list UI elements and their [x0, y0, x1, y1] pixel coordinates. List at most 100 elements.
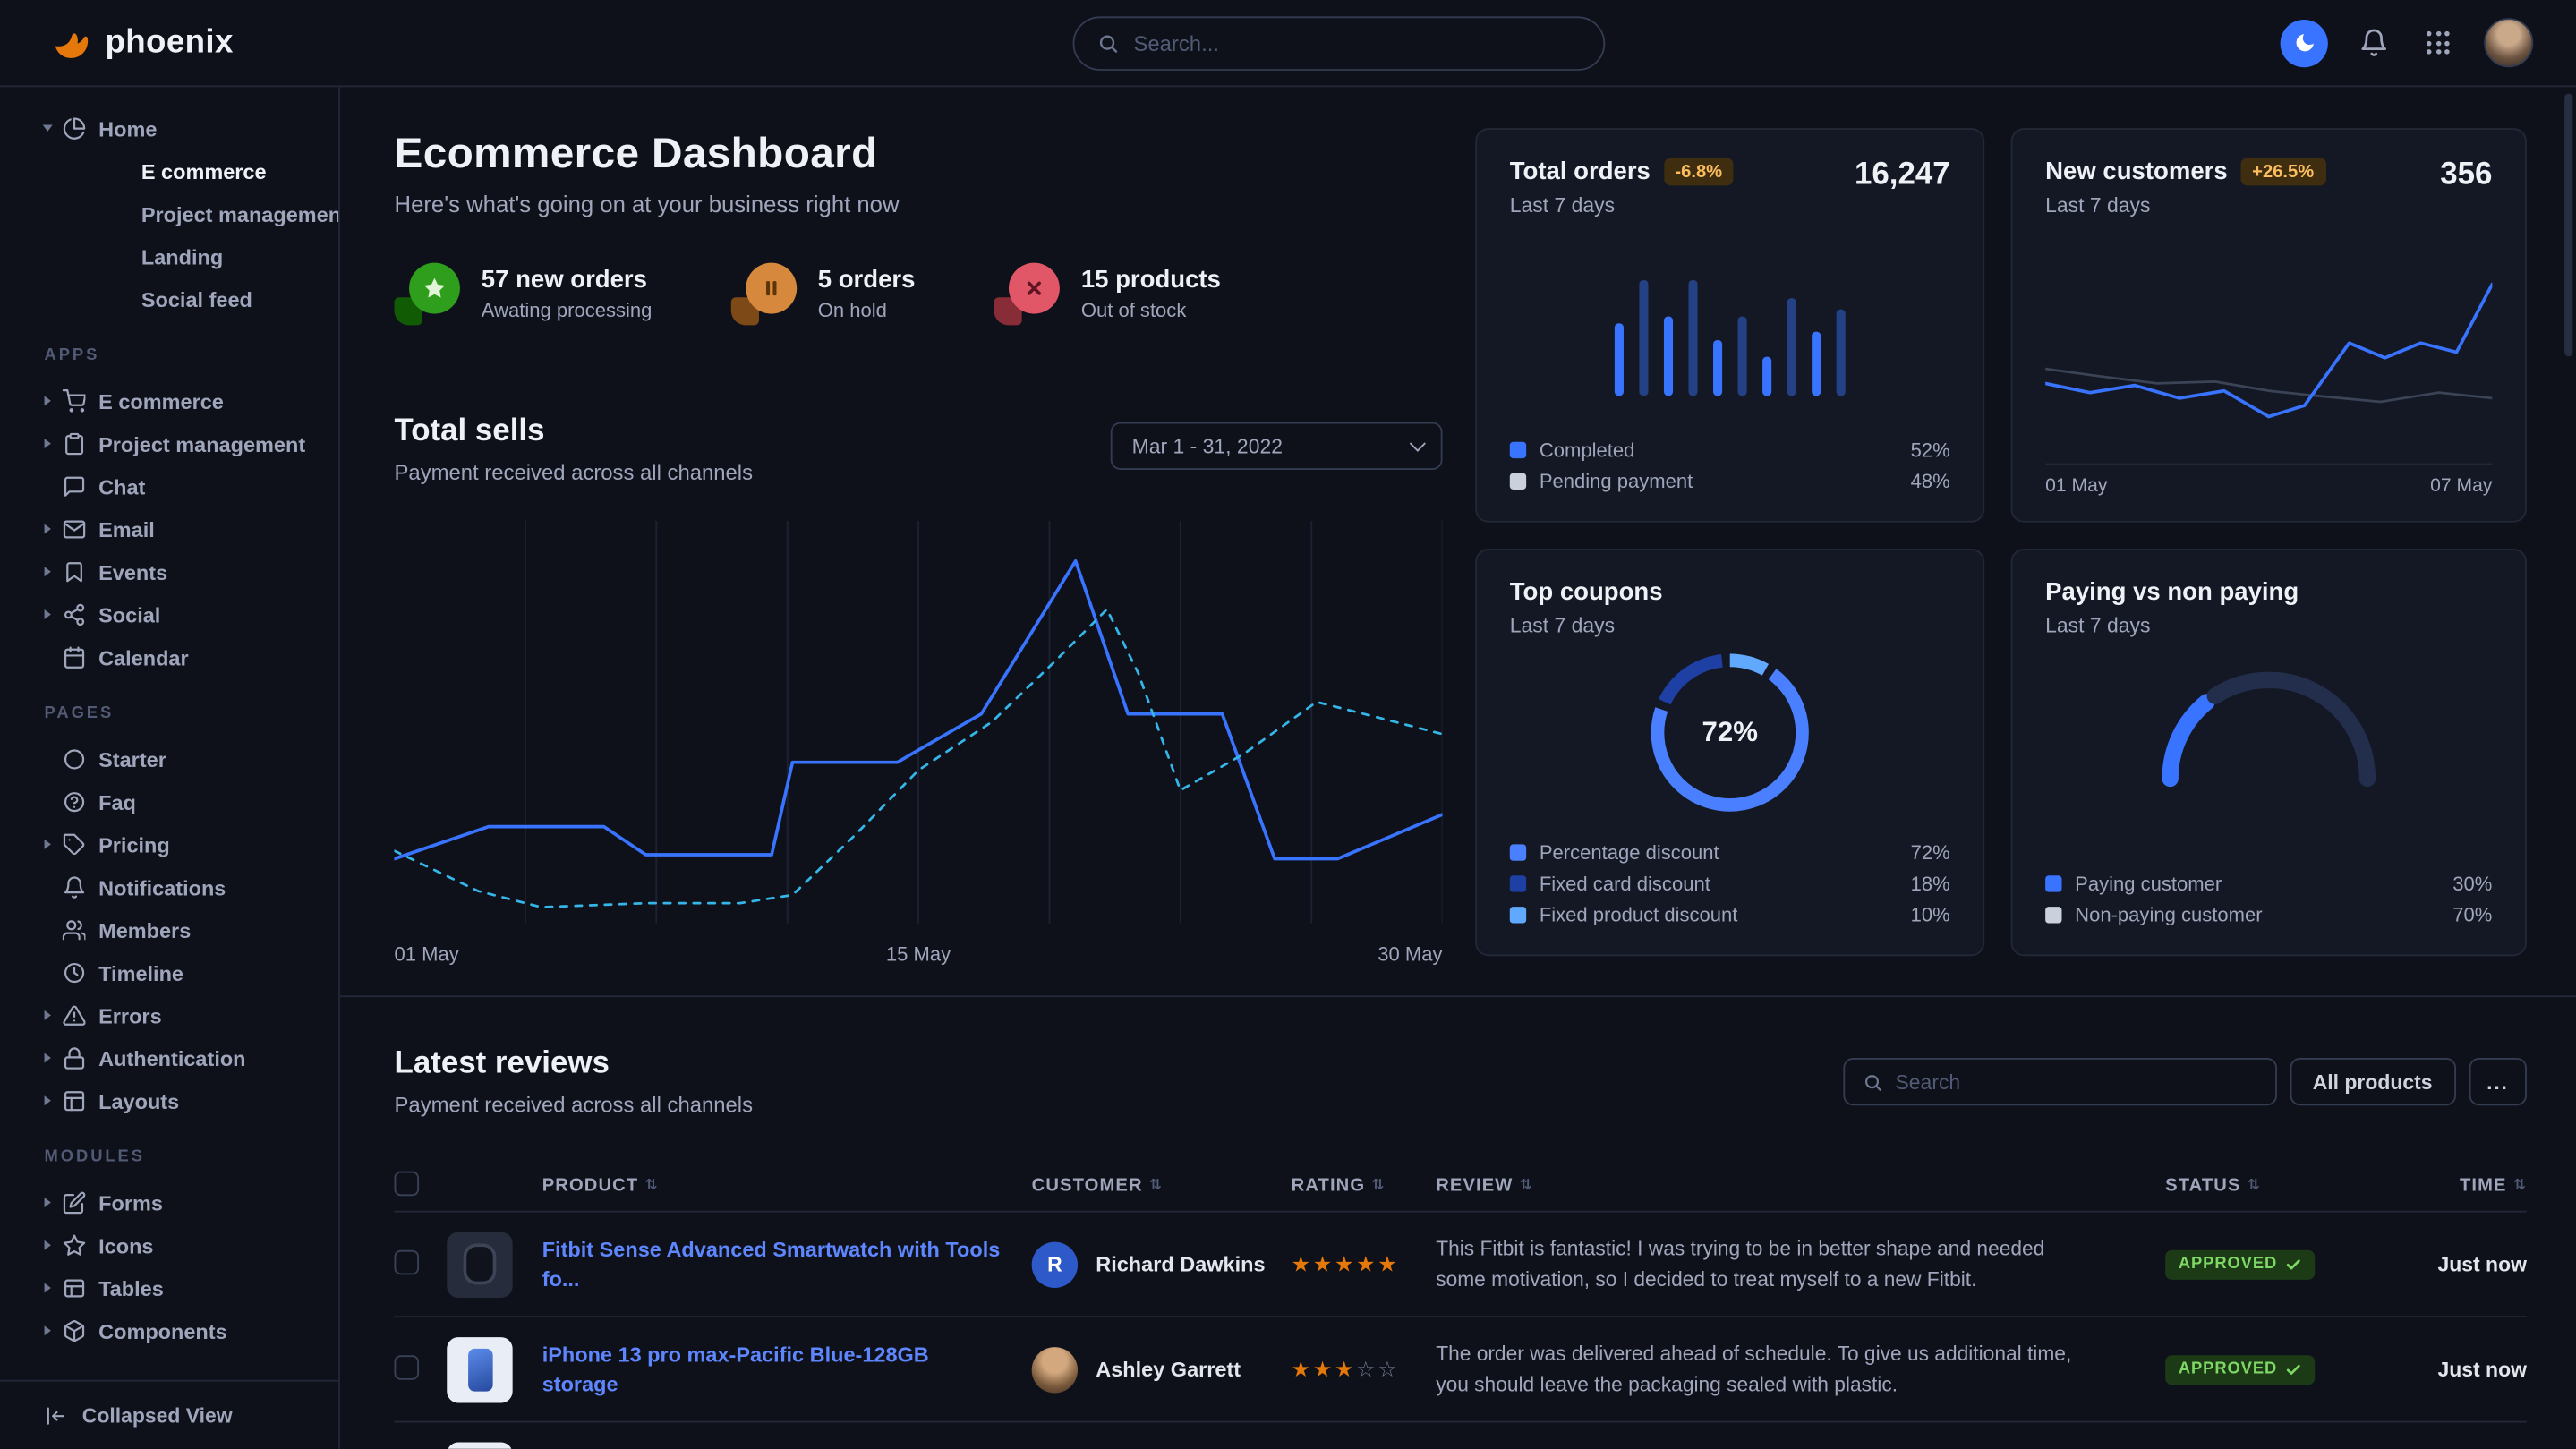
x-label: 01 May	[395, 943, 459, 967]
rating-stars: ★★★★★	[1292, 1251, 1437, 1277]
user-avatar[interactable]	[2484, 18, 2533, 67]
sidebar-item-members[interactable]: Members	[23, 908, 326, 951]
search-input[interactable]	[1133, 31, 1580, 56]
sidebar-item-chat[interactable]: Chat	[23, 465, 326, 507]
sidebar-item-authentication[interactable]: Authentication	[23, 1036, 326, 1079]
star-icon: ★	[1292, 1251, 1313, 1276]
sidebar-item-project-management[interactable]: Project management	[23, 192, 326, 235]
legend-value: 10%	[1911, 903, 1950, 926]
change-badge: +26.5%	[2240, 158, 2325, 185]
change-badge: -6.8%	[1664, 158, 1734, 185]
sidebar-item-email[interactable]: Email	[23, 507, 326, 550]
row-checkbox[interactable]	[395, 1354, 420, 1379]
tag-icon	[61, 831, 87, 857]
sidebar-item-errors[interactable]: Errors	[23, 993, 326, 1036]
caret-icon	[45, 840, 51, 849]
pause-fill-icon	[746, 263, 797, 314]
column-header-product[interactable]: PRODUCT⇅	[447, 1175, 1031, 1195]
more-actions-button[interactable]: ...	[2469, 1058, 2527, 1105]
reviews-search[interactable]	[1843, 1058, 2277, 1105]
legend-swatch	[1510, 844, 1526, 860]
reviews-search-input[interactable]	[1895, 1070, 2256, 1094]
star-fill-icon	[409, 263, 460, 314]
column-header-time[interactable]: TIME⇅	[2362, 1175, 2527, 1195]
legend-item: Non-paying customer 70%	[2045, 899, 2492, 930]
paying-vs-nonpaying-card: Paying vs non paying Last 7 days Paying …	[2011, 549, 2527, 956]
sidebar-item-label: Faq	[98, 789, 136, 814]
clock-icon	[61, 959, 87, 985]
total-sells-title: Total sells	[395, 414, 754, 450]
star-icon: ★	[1356, 1251, 1378, 1276]
column-header-rating[interactable]: RATING⇅	[1292, 1175, 1437, 1195]
calendar-icon	[61, 644, 87, 670]
sidebar-item-social-feed[interactable]: Social feed	[23, 277, 326, 320]
x-label: 01 May	[2045, 476, 2107, 496]
brand-logo[interactable]: phoenix	[49, 22, 234, 64]
stat-caption: On hold	[818, 299, 916, 322]
avatar: R	[1032, 1241, 1078, 1287]
notifications-button[interactable]	[2356, 25, 2392, 61]
legend-swatch	[1510, 906, 1526, 922]
sidebar-item-label: Authentication	[98, 1045, 245, 1070]
sidebar-item-social[interactable]: Social	[23, 593, 326, 636]
apps-grid-button[interactable]	[2420, 25, 2456, 61]
sidebar-item-label: Social	[98, 602, 160, 627]
cart-icon	[61, 388, 87, 413]
sidebar-item-calendar[interactable]: Calendar	[23, 635, 326, 678]
sidebar-item-label: Notifications	[98, 874, 226, 899]
column-header-customer[interactable]: CUSTOMER⇅	[1032, 1175, 1292, 1195]
sidebar-item-layouts[interactable]: Layouts	[23, 1079, 326, 1122]
sidebar-item-project-management[interactable]: Project management	[23, 422, 326, 465]
column-header-status[interactable]: STATUS⇅	[2149, 1175, 2363, 1195]
sidebar-item-notifications[interactable]: Notifications	[23, 865, 326, 908]
mail-icon	[61, 516, 87, 541]
caret-icon	[45, 524, 51, 534]
product-link[interactable]: Fitbit Sense Advanced Smartwatch with To…	[542, 1236, 1032, 1292]
customer-name: Ashley Garrett	[1096, 1357, 1241, 1382]
sidebar-item-starter[interactable]: Starter	[23, 737, 326, 780]
stat-caption: Out of stock	[1081, 299, 1221, 322]
new-customers-x-labels: 01 May 07 May	[2045, 464, 2492, 497]
bell-icon	[2359, 28, 2389, 57]
sidebar-item-home[interactable]: Home	[23, 107, 326, 149]
sidebar-item-label: Forms	[98, 1190, 163, 1215]
check-icon	[2285, 1361, 2301, 1377]
sidebar-item-landing[interactable]: Landing	[23, 234, 326, 277]
total-sells-x-labels: 01 May 15 May 30 May	[395, 943, 1443, 967]
sidebar-item-pricing[interactable]: Pricing	[23, 823, 326, 866]
sidebar-item-e-commerce[interactable]: E commerce	[23, 149, 326, 192]
global-search[interactable]	[1073, 16, 1606, 71]
legend-label: Completed	[1540, 438, 1635, 461]
scrollbar[interactable]	[2564, 94, 2572, 357]
search-icon	[1863, 1072, 1882, 1092]
navbar-actions	[2281, 18, 2534, 67]
sidebar-item-faq[interactable]: Faq	[23, 780, 326, 823]
share-icon	[61, 601, 87, 627]
sidebar-item-icons[interactable]: Icons	[23, 1223, 326, 1266]
legend-swatch	[2045, 906, 2061, 922]
stat-blob	[395, 263, 460, 326]
sidebar-item-events[interactable]: Events	[23, 550, 326, 593]
chat-icon	[61, 473, 87, 499]
layout-icon	[61, 1087, 87, 1113]
theme-toggle-button[interactable]	[2281, 19, 2328, 66]
sidebar-item-e-commerce[interactable]: E commerce	[23, 379, 326, 422]
edit-icon	[61, 1189, 87, 1215]
select-all-checkbox[interactable]	[395, 1171, 420, 1196]
sidebar-item-forms[interactable]: Forms	[23, 1181, 326, 1224]
legend-value: 18%	[1911, 872, 1950, 895]
total-orders-value: 16,247	[1855, 158, 1950, 193]
product-link[interactable]: iPhone 13 pro max-Pacific Blue-128GB sto…	[542, 1341, 1032, 1397]
pie-chart-icon	[61, 115, 87, 141]
sidebar-item-tables[interactable]: Tables	[23, 1266, 326, 1309]
sidebar-item-components[interactable]: Components	[23, 1309, 326, 1352]
row-checkbox[interactable]	[395, 1249, 420, 1274]
date-range-select[interactable]: Mar 1 - 31, 2022	[1111, 422, 1443, 470]
sidebar-item-label: Members	[98, 917, 191, 942]
collapsed-view-toggle[interactable]: Collapsed View	[0, 1380, 338, 1449]
caret-icon	[45, 1198, 51, 1207]
all-products-button[interactable]: All products	[2290, 1058, 2455, 1105]
column-header-review[interactable]: REVIEW⇅	[1436, 1175, 2149, 1195]
review-text: This Fitbit is fantastic! I was trying t…	[1436, 1233, 2149, 1294]
sidebar-item-timeline[interactable]: Timeline	[23, 951, 326, 994]
